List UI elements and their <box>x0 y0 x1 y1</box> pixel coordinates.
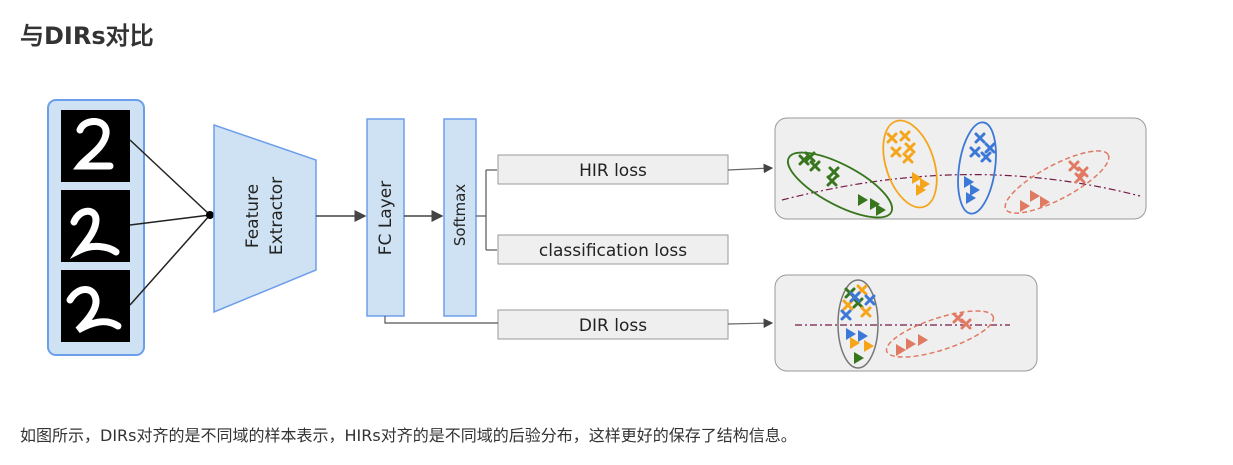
hir-embedding-panel <box>774 117 1147 220</box>
classification-loss-label: classification loss <box>539 241 687 261</box>
softmax-branches <box>476 169 497 251</box>
input-images-panel <box>47 99 145 356</box>
caption-text: 如图所示，DIRs对齐的是不同域的样本表示，HIRs对齐的是不同域的后验分布，这… <box>20 426 797 445</box>
hir-loss-box: HIR loss <box>497 154 729 185</box>
feature-extractor-label-2: Extractor <box>267 177 287 255</box>
softmax-label: Softmax <box>451 184 469 246</box>
architecture-diagram: Feature Extractor FC Layer Softmax HIR l… <box>47 99 1147 372</box>
classification-loss-box: classification loss <box>497 234 729 265</box>
digit-image-1 <box>61 110 130 182</box>
digit-image-3 <box>61 270 130 342</box>
digit-image-2 <box>61 190 130 262</box>
feature-extractor: Feature Extractor <box>213 123 317 314</box>
dir-embedding-panel <box>774 274 1038 372</box>
feature-extractor-label-1: Feature <box>243 184 263 248</box>
dir-loss-box: DIR loss <box>497 309 729 340</box>
arrow-dir-to-panel <box>727 318 774 328</box>
dir-loss-label: DIR loss <box>579 316 647 336</box>
fc-to-dir-connector <box>384 316 498 324</box>
hir-loss-label: HIR loss <box>579 161 647 181</box>
arrow-hir-to-panel <box>727 163 774 174</box>
softmax-layer: Softmax <box>443 118 477 317</box>
merge-node <box>206 211 214 219</box>
fc-layer-label: FC Layer <box>376 181 396 255</box>
fc-layer: FC Layer <box>366 118 405 317</box>
